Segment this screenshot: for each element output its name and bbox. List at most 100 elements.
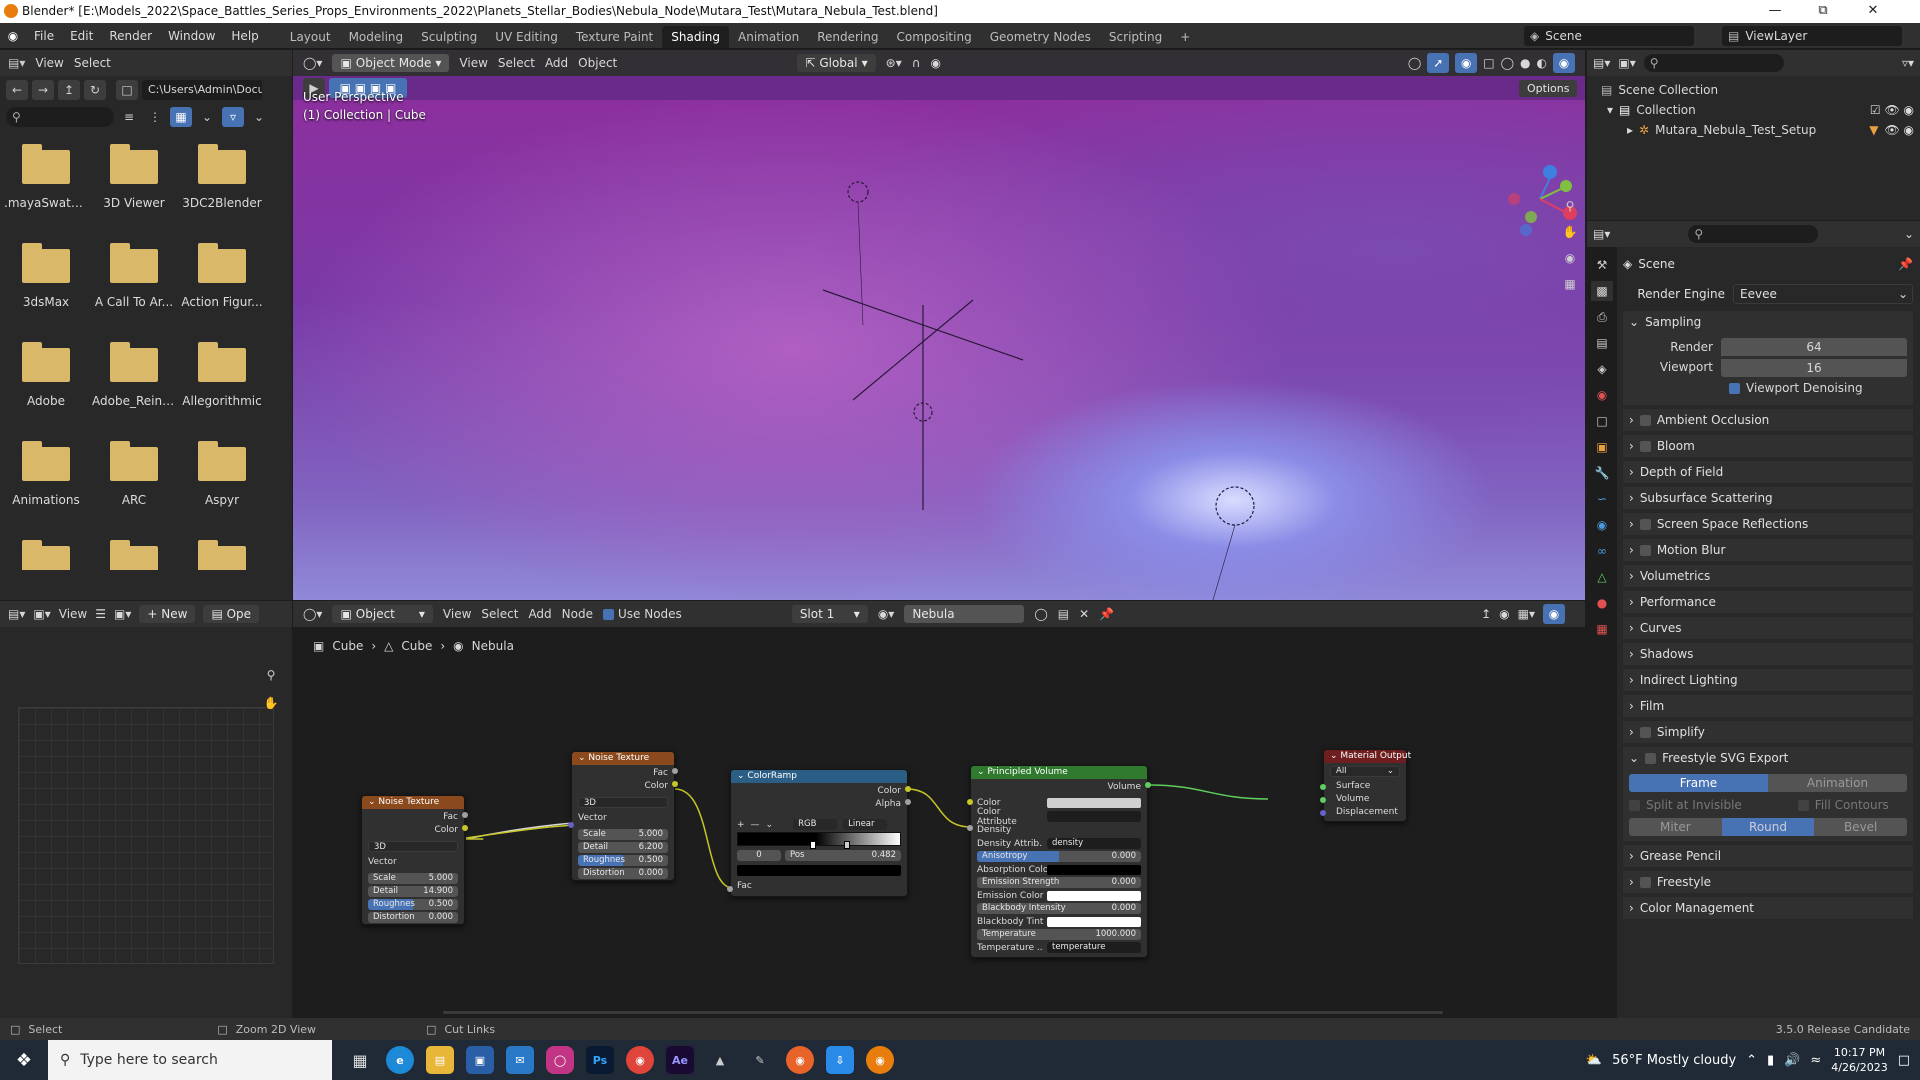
expand-icon[interactable]: ▸ bbox=[1627, 120, 1633, 140]
pan-hand-icon[interactable]: ✋ bbox=[1559, 222, 1581, 242]
filter-icon[interactable]: ▿▾ bbox=[1902, 56, 1914, 70]
thumbnail-list-icon[interactable]: ⋮ bbox=[144, 107, 166, 127]
after-effects-icon[interactable]: Ae bbox=[666, 1046, 694, 1074]
material-tab-icon[interactable]: ● bbox=[1591, 593, 1613, 613]
object-tab-icon[interactable]: ▣ bbox=[1591, 437, 1613, 457]
open-image-button[interactable]: ▤ Ope bbox=[203, 605, 260, 623]
distortion-field[interactable]: Distortion 0.000 bbox=[578, 868, 668, 879]
detail-field[interactable]: Detail 6.200 bbox=[578, 842, 668, 853]
checkbox[interactable] bbox=[1797, 799, 1809, 811]
panel-header-shadows[interactable]: › Shadows bbox=[1623, 643, 1913, 665]
close-icon[interactable]: ✕ bbox=[1850, 0, 1896, 23]
photoshop-icon[interactable]: Ps bbox=[586, 1046, 614, 1074]
new-folder-icon[interactable]: □ bbox=[116, 80, 138, 100]
panel-header-subsurface-scattering[interactable]: › Subsurface Scattering bbox=[1623, 487, 1913, 509]
round-button[interactable]: Round bbox=[1721, 818, 1815, 836]
path-field[interactable]: C:\Users\Admin\Docu... bbox=[142, 80, 262, 100]
folder-item[interactable]: Animations bbox=[2, 441, 90, 543]
folder-item[interactable]: Adobe bbox=[2, 342, 90, 444]
tab-modeling[interactable]: Modeling bbox=[340, 26, 413, 48]
node-header[interactable]: ⌄ Noise Texture bbox=[572, 752, 674, 765]
minimize-icon[interactable]: — bbox=[1752, 0, 1798, 23]
menu-window[interactable]: Window bbox=[160, 23, 223, 49]
camera-view-icon[interactable]: ◉ bbox=[1559, 248, 1581, 268]
panel-header-motion-blur[interactable]: › Motion Blur bbox=[1623, 539, 1913, 561]
material-output-node[interactable]: ⌄ Material Output All ⌄ Surface Volume Disp… bbox=[1320, 749, 1411, 822]
fac-output-socket[interactable] bbox=[462, 812, 468, 818]
freestyle-panel-header[interactable]: › Freestyle bbox=[1623, 871, 1913, 893]
data-tab-icon[interactable]: △ bbox=[1591, 567, 1613, 587]
filter-options-icon[interactable]: ⌄ bbox=[248, 107, 270, 127]
add-workspace-icon[interactable]: + bbox=[1171, 26, 1199, 48]
3d-viewport[interactable]: ◯▾ ▣ Object Mode ▾ View Select Add Object … bbox=[293, 50, 1585, 600]
folder-item[interactable]: .mayaSwatc... bbox=[2, 144, 90, 246]
zoom-icon[interactable]: ⚲ bbox=[260, 665, 282, 685]
folder-item[interactable]: ARC bbox=[90, 441, 178, 543]
folder-item[interactable]: 3D Viewer bbox=[90, 144, 178, 246]
particles-tab-icon[interactable]: ∽ bbox=[1591, 489, 1613, 509]
node-header[interactable]: ⌄ ColorRamp bbox=[731, 770, 907, 783]
grease-pencil-panel-header[interactable]: › Grease Pencil bbox=[1623, 845, 1913, 867]
options-dropdown[interactable]: Options bbox=[1519, 80, 1578, 97]
density-attribute-field[interactable]: density bbox=[1047, 838, 1141, 849]
checkbox[interactable] bbox=[1639, 414, 1651, 426]
checkbox[interactable] bbox=[1629, 799, 1640, 811]
tab-geometry-nodes[interactable]: Geometry Nodes bbox=[981, 26, 1100, 48]
panel-header-screen-space-reflections[interactable]: › Screen Space Reflections bbox=[1623, 513, 1913, 535]
network-icon[interactable]: ≈ bbox=[1810, 1053, 1821, 1068]
folder-item[interactable] bbox=[178, 540, 266, 570]
folder-item[interactable]: Aspyr bbox=[178, 441, 266, 543]
chrome-icon[interactable]: ◉ bbox=[626, 1046, 654, 1074]
outliner-search-input[interactable]: ⚲ bbox=[1643, 54, 1784, 72]
view-mode-icon[interactable]: ▣▾ bbox=[33, 607, 50, 621]
color-output-socket[interactable] bbox=[672, 781, 678, 787]
file-search-input[interactable]: ⚲ bbox=[6, 107, 114, 127]
folder-item[interactable] bbox=[2, 540, 90, 570]
checkbox[interactable] bbox=[1639, 876, 1651, 888]
image-slot-icon[interactable]: ▣▾ bbox=[114, 607, 131, 621]
thumbnail-view-icon[interactable]: ▦ bbox=[170, 107, 192, 127]
maximize-icon[interactable]: ⧉ bbox=[1800, 0, 1846, 23]
texture-tab-icon[interactable]: ▦ bbox=[1591, 619, 1613, 639]
interpolation-dropdown[interactable]: Linear bbox=[843, 819, 888, 830]
wireframe-shading-icon[interactable]: ◯ bbox=[1501, 56, 1514, 70]
task-view-icon[interactable]: ▦ bbox=[346, 1046, 374, 1074]
roughness-field[interactable]: Roughnes 0.500 bbox=[578, 855, 668, 866]
vp-select-menu[interactable]: Select bbox=[498, 56, 535, 70]
scale-field[interactable]: Scale 5.000 bbox=[368, 873, 458, 884]
panel-header-simplify[interactable]: › Simplify bbox=[1623, 721, 1913, 743]
view-layer-tab-icon[interactable]: ▤ bbox=[1591, 333, 1613, 353]
mode-selector[interactable]: ▣ Object Mode ▾ bbox=[332, 54, 450, 72]
fac-output-socket[interactable] bbox=[672, 768, 678, 774]
tray-arrow-icon[interactable]: ⌃ bbox=[1746, 1053, 1757, 1068]
target-dropdown[interactable]: All ⌄ bbox=[1330, 766, 1400, 777]
modifier-tab-icon[interactable]: 🔧 bbox=[1591, 463, 1613, 483]
editor-type-icon[interactable]: ▤▾ bbox=[1593, 227, 1610, 241]
material-shading-icon[interactable]: ◐ bbox=[1537, 56, 1547, 70]
snap-icon[interactable]: ∩ bbox=[912, 56, 921, 70]
tab-scripting[interactable]: Scripting bbox=[1100, 26, 1171, 48]
color-input-socket[interactable] bbox=[967, 799, 973, 805]
list-view-icon[interactable]: ≡ bbox=[118, 107, 140, 127]
folder-item[interactable]: Action Figur... bbox=[178, 243, 266, 345]
color-ramp-node[interactable]: ⌄ ColorRamp Color Alpha + — ⌄ RGB Linear 0 … bbox=[727, 769, 911, 897]
paint-icon[interactable]: ✎ bbox=[746, 1046, 774, 1074]
folder-item[interactable]: Adobe_Reins... bbox=[90, 342, 178, 444]
taskbar-search-box[interactable]: ⚲ Type here to search bbox=[48, 1040, 332, 1080]
color-swatch[interactable] bbox=[1047, 890, 1141, 901]
collection-tab-icon[interactable]: □ bbox=[1591, 411, 1613, 431]
menu-edit[interactable]: Edit bbox=[62, 23, 101, 49]
ortho-grid-icon[interactable]: ▦ bbox=[1559, 274, 1581, 294]
gizmo-toggle-icon[interactable]: ➚ bbox=[1427, 53, 1450, 73]
sort-icon[interactable]: ⌄ bbox=[196, 107, 218, 127]
constraints-tab-icon[interactable]: ∞ bbox=[1591, 541, 1613, 561]
editor-type-icon[interactable]: ▤▾ bbox=[1593, 56, 1610, 70]
outliner-scene-collection[interactable]: ▤ Scene Collection bbox=[1593, 80, 1914, 100]
panel-header-depth-of-field[interactable]: › Depth of Field bbox=[1623, 461, 1913, 483]
tab-uv-editing[interactable]: UV Editing bbox=[486, 26, 567, 48]
display-mode-icon[interactable]: ▣▾ bbox=[1618, 56, 1635, 70]
temperature-attribute-field[interactable]: temperature bbox=[1047, 942, 1141, 953]
dimension-dropdown[interactable]: 3D bbox=[368, 841, 458, 852]
vp-add-menu[interactable]: Add bbox=[545, 56, 568, 70]
world-tab-icon[interactable]: ◉ bbox=[1591, 385, 1613, 405]
